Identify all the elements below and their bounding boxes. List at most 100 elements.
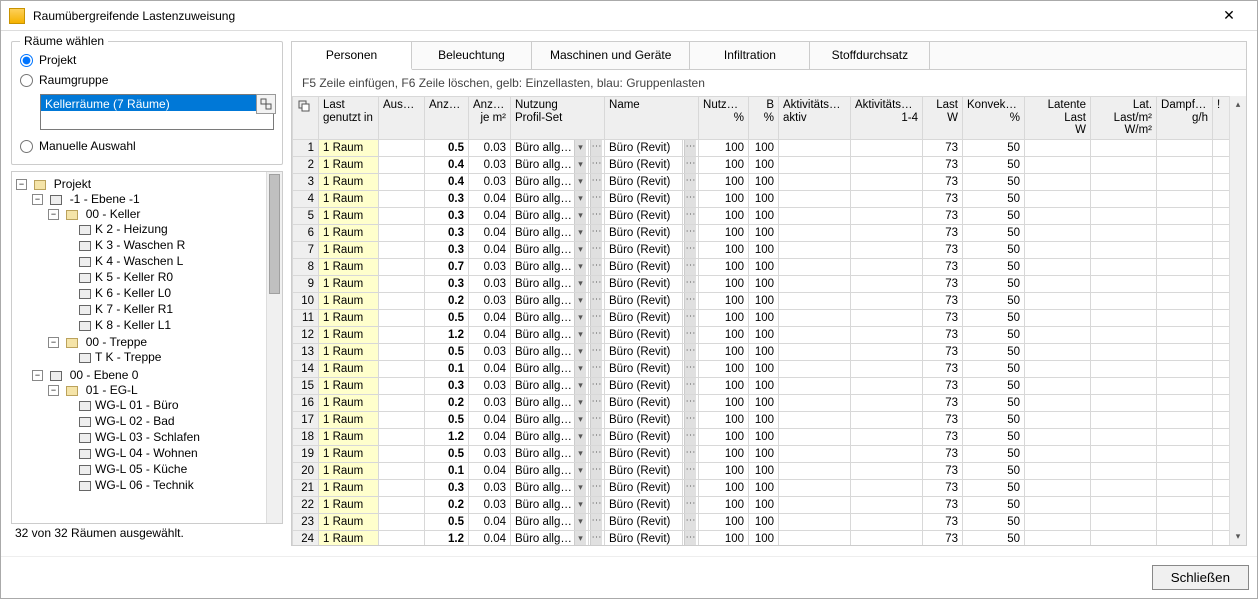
cell-name[interactable]: Büro (Revit) xyxy=(605,360,683,377)
close-button[interactable]: Schließen xyxy=(1152,565,1249,590)
cell-latlast-wm2[interactable] xyxy=(1091,462,1157,479)
cell-latente-w[interactable] xyxy=(1025,224,1091,241)
cell-auswahl[interactable] xyxy=(379,190,425,207)
cell-profilset-browse[interactable] xyxy=(589,377,605,394)
cell-profilset-browse[interactable] xyxy=(589,241,605,258)
col-extra[interactable]: ! xyxy=(1213,97,1229,140)
cell-b-pct[interactable]: 100 xyxy=(749,479,779,496)
cell-name[interactable]: Büro (Revit) xyxy=(605,513,683,530)
tree-ebene0[interactable]: 00 - Ebene 0 xyxy=(70,368,139,382)
cell-latente-w[interactable] xyxy=(1025,462,1091,479)
cell-anzahl-jem2[interactable]: 0.04 xyxy=(469,462,511,479)
cell-anzahl-jem2[interactable]: 0.04 xyxy=(469,428,511,445)
col-nutzung-pct[interactable]: Nutzung % xyxy=(699,97,749,140)
cell-anzahl[interactable]: 0.7 xyxy=(425,258,469,275)
cell-name-browse[interactable] xyxy=(683,496,699,513)
cell-aktiv-14[interactable] xyxy=(851,309,923,326)
cell-name-browse[interactable] xyxy=(683,360,699,377)
cell-last-w[interactable]: 73 xyxy=(923,292,963,309)
cell-profilset-browse[interactable] xyxy=(589,258,605,275)
cell-aktiv-aktiv[interactable] xyxy=(779,275,851,292)
cell-latlast-wm2[interactable] xyxy=(1091,428,1157,445)
cell-dampf[interactable] xyxy=(1157,411,1213,428)
cell-nutzung-pct[interactable]: 100 xyxy=(699,241,749,258)
cell-name[interactable]: Büro (Revit) xyxy=(605,275,683,292)
cell-profilset[interactable]: Büro allgem... xyxy=(511,258,589,275)
cell-name[interactable]: Büro (Revit) xyxy=(605,190,683,207)
cell-b-pct[interactable]: 100 xyxy=(749,173,779,190)
cell-last-genutzt[interactable]: 1 Raum xyxy=(319,343,379,360)
cell-last-w[interactable]: 73 xyxy=(923,326,963,343)
cell-name-browse[interactable] xyxy=(683,224,699,241)
cell-aktiv-14[interactable] xyxy=(851,360,923,377)
row-number[interactable]: 13 xyxy=(293,343,319,360)
tab-infiltration[interactable]: Infiltration xyxy=(690,42,810,69)
cell-last-genutzt[interactable]: 1 Raum xyxy=(319,258,379,275)
cell-profilset[interactable]: Büro allgem... xyxy=(511,428,589,445)
cell-anzahl[interactable]: 0.4 xyxy=(425,173,469,190)
tree-egl[interactable]: 01 - EG-L xyxy=(86,383,138,397)
cell-extra[interactable] xyxy=(1213,241,1229,258)
cell-anzahl[interactable]: 0.3 xyxy=(425,190,469,207)
cell-latente-w[interactable] xyxy=(1025,190,1091,207)
cell-aktiv-aktiv[interactable] xyxy=(779,428,851,445)
cell-last-genutzt[interactable]: 1 Raum xyxy=(319,496,379,513)
cell-latlast-wm2[interactable] xyxy=(1091,377,1157,394)
cell-profilset-browse[interactable] xyxy=(589,496,605,513)
cell-profilset-browse[interactable] xyxy=(589,343,605,360)
cell-dampf[interactable] xyxy=(1157,207,1213,224)
cell-latlast-wm2[interactable] xyxy=(1091,394,1157,411)
cell-aktiv-14[interactable] xyxy=(851,326,923,343)
col-aktiv-aktiv[interactable]: Aktivitätsgrad aktiv xyxy=(779,97,851,140)
cell-profilset[interactable]: Büro allgem... xyxy=(511,513,589,530)
cell-b-pct[interactable]: 100 xyxy=(749,207,779,224)
cell-dampf[interactable] xyxy=(1157,462,1213,479)
cell-profilset-browse[interactable] xyxy=(589,309,605,326)
cell-profilset[interactable]: Büro allgem... xyxy=(511,530,589,545)
cell-anzahl[interactable]: 0.3 xyxy=(425,479,469,496)
col-aktiv-14[interactable]: Aktivitätsgrad 1-4 xyxy=(851,97,923,140)
cell-aktiv-14[interactable] xyxy=(851,258,923,275)
cell-aktiv-aktiv[interactable] xyxy=(779,258,851,275)
table-row[interactable]: 61 Raum0.30.04Büro allgem...Büro (Revit)… xyxy=(293,224,1230,241)
cell-anzahl[interactable]: 1.2 xyxy=(425,428,469,445)
cell-aktiv-14[interactable] xyxy=(851,462,923,479)
cell-profilset-browse[interactable] xyxy=(589,224,605,241)
cell-aktiv-aktiv[interactable] xyxy=(779,462,851,479)
cell-profilset[interactable]: Büro allgem... xyxy=(511,479,589,496)
cell-konvektion[interactable]: 50 xyxy=(963,411,1025,428)
cell-nutzung-pct[interactable]: 100 xyxy=(699,190,749,207)
cell-name[interactable]: Büro (Revit) xyxy=(605,343,683,360)
row-number[interactable]: 16 xyxy=(293,394,319,411)
table-row[interactable]: 111 Raum0.50.04Büro allgem...Büro (Revit… xyxy=(293,309,1230,326)
cell-last-genutzt[interactable]: 1 Raum xyxy=(319,241,379,258)
cell-anzahl[interactable]: 0.3 xyxy=(425,241,469,258)
row-number[interactable]: 5 xyxy=(293,207,319,224)
cell-auswahl[interactable] xyxy=(379,496,425,513)
raumgruppe-edit-button[interactable] xyxy=(256,94,276,114)
cell-last-w[interactable]: 73 xyxy=(923,207,963,224)
cell-name-browse[interactable] xyxy=(683,394,699,411)
cell-anzahl[interactable]: 0.2 xyxy=(425,496,469,513)
cell-extra[interactable] xyxy=(1213,173,1229,190)
cell-anzahl[interactable]: 0.4 xyxy=(425,156,469,173)
cell-latlast-wm2[interactable] xyxy=(1091,513,1157,530)
room-tree[interactable]: − Projekt − -1 - Ebene -1 xyxy=(11,171,283,524)
tab-beleuchtung[interactable]: Beleuchtung xyxy=(412,42,532,69)
cell-name-browse[interactable] xyxy=(683,292,699,309)
cell-dampf[interactable] xyxy=(1157,190,1213,207)
table-row[interactable]: 171 Raum0.50.04Büro allgem...Büro (Revit… xyxy=(293,411,1230,428)
cell-name[interactable]: Büro (Revit) xyxy=(605,241,683,258)
cell-name-browse[interactable] xyxy=(683,207,699,224)
cell-konvektion[interactable]: 50 xyxy=(963,496,1025,513)
cell-latente-w[interactable] xyxy=(1025,326,1091,343)
cell-nutzung-pct[interactable]: 100 xyxy=(699,156,749,173)
table-row[interactable]: 221 Raum0.20.03Büro allgem...Büro (Revit… xyxy=(293,496,1230,513)
cell-latente-w[interactable] xyxy=(1025,292,1091,309)
cell-b-pct[interactable]: 100 xyxy=(749,275,779,292)
cell-nutzung-pct[interactable]: 100 xyxy=(699,275,749,292)
cell-anzahl[interactable]: 0.1 xyxy=(425,462,469,479)
table-row[interactable]: 161 Raum0.20.03Büro allgem...Büro (Revit… xyxy=(293,394,1230,411)
cell-auswahl[interactable] xyxy=(379,377,425,394)
row-number[interactable]: 20 xyxy=(293,462,319,479)
